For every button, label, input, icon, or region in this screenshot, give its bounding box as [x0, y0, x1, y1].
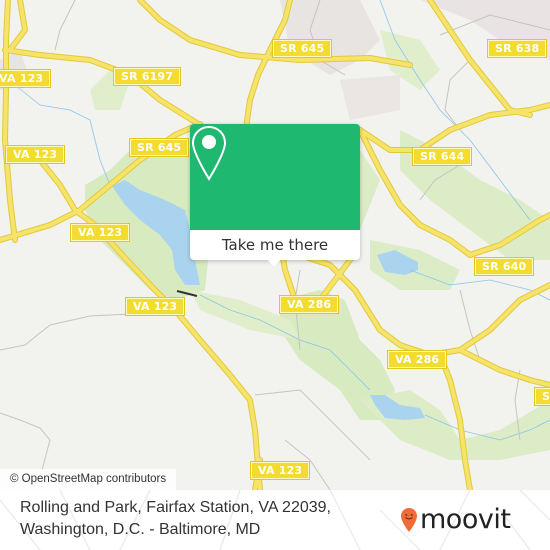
take-me-there-button[interactable]: Take me there: [190, 230, 360, 260]
popup-header: [190, 124, 360, 230]
urban-area: [340, 75, 400, 120]
route-shield-sr644: SR 644: [411, 147, 473, 166]
route-shield-va123: VA 123: [249, 461, 311, 480]
address-line-1: Rolling and Park, Fairfax Station, VA 22…: [20, 499, 331, 516]
route-shield-va286: VA 286: [278, 295, 340, 314]
route-shield-va123: VA 123: [124, 297, 186, 316]
moovit-wordmark: moovit: [420, 504, 511, 535]
map-canvas[interactable]: VA 123 SR 6197 SR 645 SR 638 SR 645 SR 6…: [0, 0, 550, 490]
map-attribution[interactable]: © OpenStreetMap contributors: [0, 469, 177, 490]
moovit-logo[interactable]: moovit: [400, 504, 511, 535]
map-pin-icon: [191, 125, 227, 181]
route-shield-sr638: SR 638: [486, 39, 548, 58]
urban-area: [280, 0, 380, 75]
route-shield-sr645: SR 645: [271, 39, 333, 58]
route-shield-sr: SR: [534, 387, 550, 406]
footer: Rolling and Park, Fairfax Station, VA 22…: [0, 490, 550, 550]
address-line-2: Washington, D.C. - Baltimore, MD: [20, 521, 261, 538]
route-shield-va123: VA 123: [0, 69, 52, 88]
address-text: Rolling and Park, Fairfax Station, VA 22…: [20, 497, 331, 541]
route-shield-sr6197: SR 6197: [112, 67, 182, 86]
location-popup: Take me there: [190, 124, 360, 267]
moovit-pin-icon: [401, 508, 417, 532]
popup-pointer: [266, 258, 282, 267]
route-shield-va286: VA 286: [386, 350, 448, 369]
route-shield-sr645: SR 645: [128, 138, 190, 157]
route-shield-va123: VA 123: [4, 145, 66, 164]
route-shield-sr640: SR 640: [473, 257, 535, 276]
route-shield-va123: VA 123: [69, 223, 131, 242]
